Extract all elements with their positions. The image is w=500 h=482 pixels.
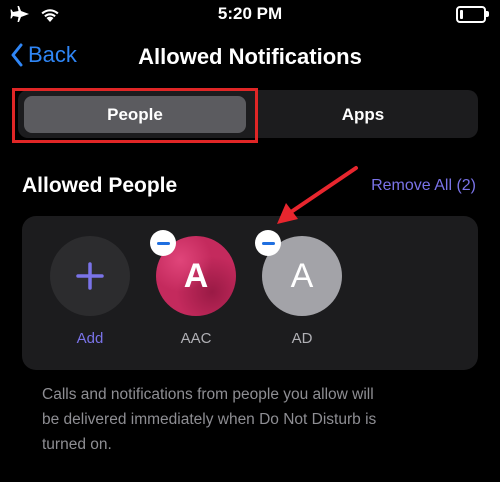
footer-line: turned on. [42, 436, 112, 453]
footer-description: Calls and notifications from people you … [42, 382, 462, 457]
footer-line: Calls and notifications from people you … [42, 386, 374, 403]
footer-line: be delivered immediately when Do Not Dis… [42, 411, 377, 428]
